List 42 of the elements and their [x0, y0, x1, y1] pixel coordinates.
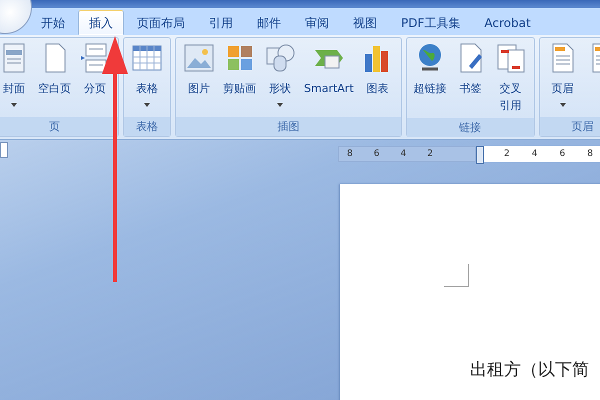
ribbon-button[interactable]: 空白页 [35, 40, 74, 115]
crossref-icon [494, 42, 527, 74]
ribbon-tab[interactable]: 邮件 [246, 10, 292, 35]
ribbon-button[interactable]: 页眉 [544, 40, 582, 115]
shapes-icon [264, 42, 296, 74]
ribbon-tab[interactable]: 审阅 [294, 10, 340, 35]
crop-mark [444, 264, 469, 287]
ruler-number: 8 [347, 148, 353, 160]
document-text: 出租方（以下简 [470, 359, 589, 381]
ribbon-tab[interactable]: PDF工具集 [390, 10, 472, 35]
ribbon-button[interactable]: 交叉引用 [492, 40, 530, 116]
picture-icon [183, 42, 215, 74]
ribbon-tab[interactable]: 引用 [198, 10, 244, 35]
ribbon-button[interactable]: 分页 [76, 40, 114, 115]
indent-marker[interactable] [476, 146, 484, 164]
ribbon-button[interactable]: 封面 [0, 40, 33, 115]
ribbon-button[interactable]: 表格 [128, 40, 166, 115]
ribbon-button[interactable]: 形状 [261, 40, 299, 115]
group-label: 表格 [124, 117, 170, 136]
group-label: 页 [0, 117, 118, 136]
ribbon-tab[interactable]: 插入 [78, 10, 124, 35]
ruler-number: 6 [374, 148, 380, 160]
ruler-number: 4 [532, 148, 538, 160]
ribbon-button[interactable]: 图片 [180, 40, 218, 115]
group-label: 插图 [176, 117, 401, 136]
ruler-number: 6 [559, 148, 566, 160]
ribbon-button[interactable]: 图表 [358, 40, 397, 115]
ribbon-tab[interactable]: 开始 [30, 10, 76, 35]
ruler-number: 2 [427, 148, 433, 160]
ribbon-tab[interactable]: Acrobat [473, 10, 542, 35]
ruler-number: 8 [587, 148, 593, 160]
ribbon-button[interactable]: 剪贴画 [220, 40, 259, 115]
group-label: 页眉 [540, 117, 600, 136]
ribbon-button[interactable]: 书签 [452, 40, 490, 116]
ruler-number: 2 [504, 148, 510, 160]
ribbon-tab[interactable]: 页面布局 [126, 10, 196, 35]
vertical-ruler [0, 142, 8, 158]
ribbon-tab[interactable]: 视图 [342, 10, 388, 35]
group-label: 链接 [406, 118, 534, 137]
ruler-number: 4 [400, 148, 406, 160]
ribbon-button[interactable]: 超链接 [410, 40, 450, 116]
ribbon-button[interactable]: SmartArt [301, 40, 357, 115]
